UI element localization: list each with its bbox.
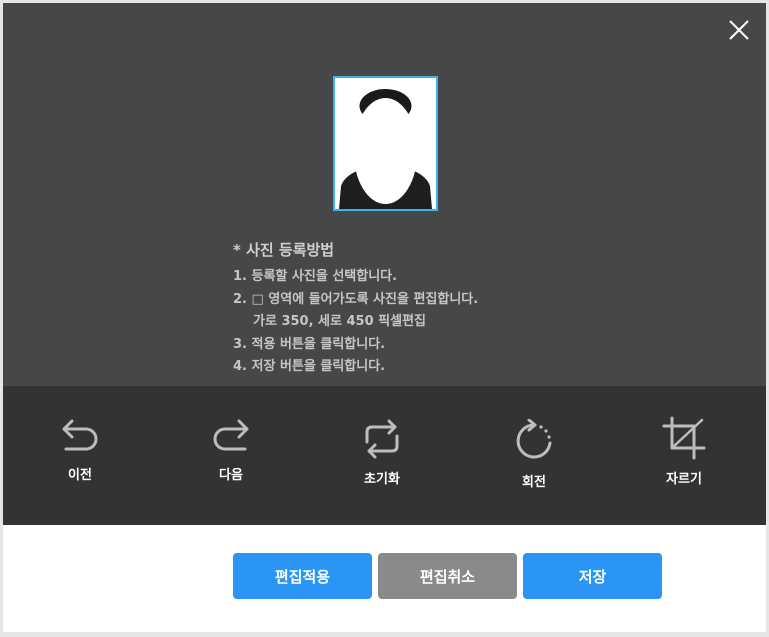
rotate-label: 회전 [522, 475, 546, 490]
crop-label: 자르기 [666, 472, 702, 487]
rotate-icon [516, 419, 552, 459]
cancel-edit-button[interactable]: 편집취소 [378, 553, 517, 599]
close-button[interactable] [727, 18, 751, 42]
crop-icon [662, 416, 706, 460]
undo-label: 이전 [68, 468, 92, 483]
undo-button[interactable]: 이전 [35, 416, 125, 483]
instructions: * 사진 등록방법 1. 등록할 사진을 선택합니다. 2. □ 영역에 들어가… [233, 239, 478, 379]
profile-photo [335, 78, 436, 209]
photo-edit-dialog: * 사진 등록방법 1. 등록할 사진을 선택합니다. 2. □ 영역에 들어가… [3, 3, 766, 632]
preview-area: * 사진 등록방법 1. 등록할 사진을 선택합니다. 2. □ 영역에 들어가… [3, 3, 766, 386]
crop-button[interactable]: 자르기 [639, 416, 729, 487]
reset-label: 초기화 [364, 472, 400, 487]
undo-icon [62, 419, 98, 451]
redo-icon [213, 419, 249, 451]
edit-toolbar: 이전 다음 초기화 회전 자르기 [3, 386, 766, 525]
rotate-button[interactable]: 회전 [489, 419, 579, 490]
instruction-step: 2. □ 영역에 들어가도록 사진을 편집합니다. [233, 291, 479, 307]
redo-label: 다음 [219, 468, 243, 483]
save-button[interactable]: 저장 [523, 553, 662, 599]
instructions-title: * 사진 등록방법 [233, 241, 335, 259]
instruction-step: 1. 등록할 사진을 선택합니다. [233, 269, 398, 284]
reset-icon [365, 419, 399, 459]
instruction-note: 가로 350, 세로 450 픽셀편집 [253, 314, 426, 329]
reset-button[interactable]: 초기화 [337, 418, 427, 487]
apply-edit-button[interactable]: 편집적용 [233, 553, 372, 599]
redo-button[interactable]: 다음 [186, 416, 276, 483]
instruction-step: 3. 적용 버튼을 클릭합니다. [233, 336, 386, 352]
photo-frame[interactable] [333, 76, 438, 211]
close-icon [729, 20, 749, 40]
instruction-step: 4. 저장 버튼을 클릭합니다. [233, 359, 386, 374]
